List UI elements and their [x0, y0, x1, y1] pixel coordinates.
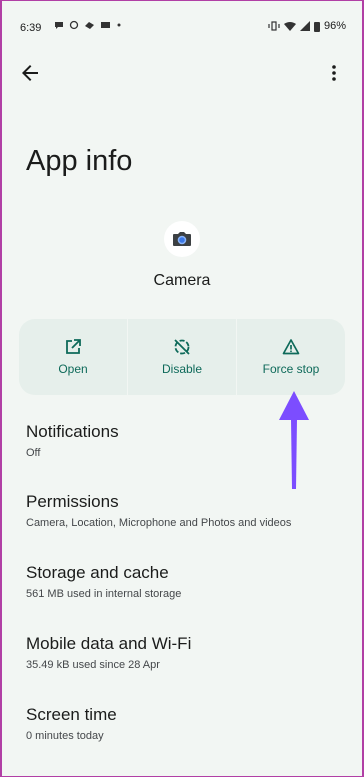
notification-icons [54, 20, 122, 30]
wifi-icon [283, 22, 296, 31]
storage-setting[interactable]: Storage and cache 561 MB used in interna… [26, 563, 346, 600]
screen-time-title: Screen time [26, 705, 117, 724]
screen-time-subtitle: 0 minutes today [26, 730, 104, 742]
back-button[interactable] [18, 61, 42, 85]
mail-icon [101, 22, 110, 28]
app-name: Camera [153, 272, 211, 289]
more-notifications-dot-icon [117, 23, 121, 27]
sync-icon [69, 20, 79, 30]
status-bar: 6:39 96% [2, 1, 362, 51]
permissions-title: Permissions [26, 492, 119, 511]
permissions-setting[interactable]: Permissions Camera, Location, Microphone… [26, 492, 346, 529]
force-stop-button[interactable]: Force stop [236, 319, 345, 395]
force-stop-label: Force stop [262, 362, 320, 376]
status-time: 6:39 [20, 22, 42, 34]
back-arrow-icon [22, 65, 38, 81]
disable-icon [174, 339, 190, 355]
disable-label: Disable [161, 362, 203, 376]
mobile-data-subtitle: 35.49 kB used since 28 Apr [26, 659, 160, 671]
app-icon [164, 221, 200, 257]
page-title: App info [26, 145, 133, 177]
more-options-button[interactable] [322, 61, 346, 85]
more-vert-icon [332, 65, 336, 81]
open-label: Open [58, 362, 88, 376]
open-button[interactable]: Open [19, 319, 127, 395]
storage-subtitle: 561 MB used in internal storage [26, 588, 182, 600]
camera-icon [173, 232, 191, 246]
storage-title: Storage and cache [26, 563, 169, 582]
chat-icon [55, 22, 63, 29]
app-actions: Open Disable Force stop [19, 319, 345, 395]
vibrate-icon [268, 21, 280, 31]
permissions-subtitle: Camera, Location, Microphone and Photos … [26, 517, 292, 529]
app-notification-icon [85, 22, 94, 29]
mobile-data-setting[interactable]: Mobile data and Wi-Fi 35.49 kB used sinc… [26, 634, 346, 671]
battery-percentage: 96% [323, 20, 346, 32]
top-app-bar [2, 55, 362, 91]
battery-icon [313, 21, 320, 32]
warning-icon [282, 339, 300, 355]
mobile-data-title: Mobile data and Wi-Fi [26, 634, 192, 653]
app-info-screen: 6:39 96% App info Camera Open Disable Fo… [2, 1, 362, 776]
system-icons: 96% [268, 20, 346, 32]
open-external-icon [66, 339, 81, 354]
screen-time-setting[interactable]: Screen time 0 minutes today [26, 705, 346, 742]
disable-button[interactable]: Disable [127, 319, 236, 395]
annotation-arrow-icon [279, 391, 309, 489]
signal-icon [299, 21, 310, 31]
